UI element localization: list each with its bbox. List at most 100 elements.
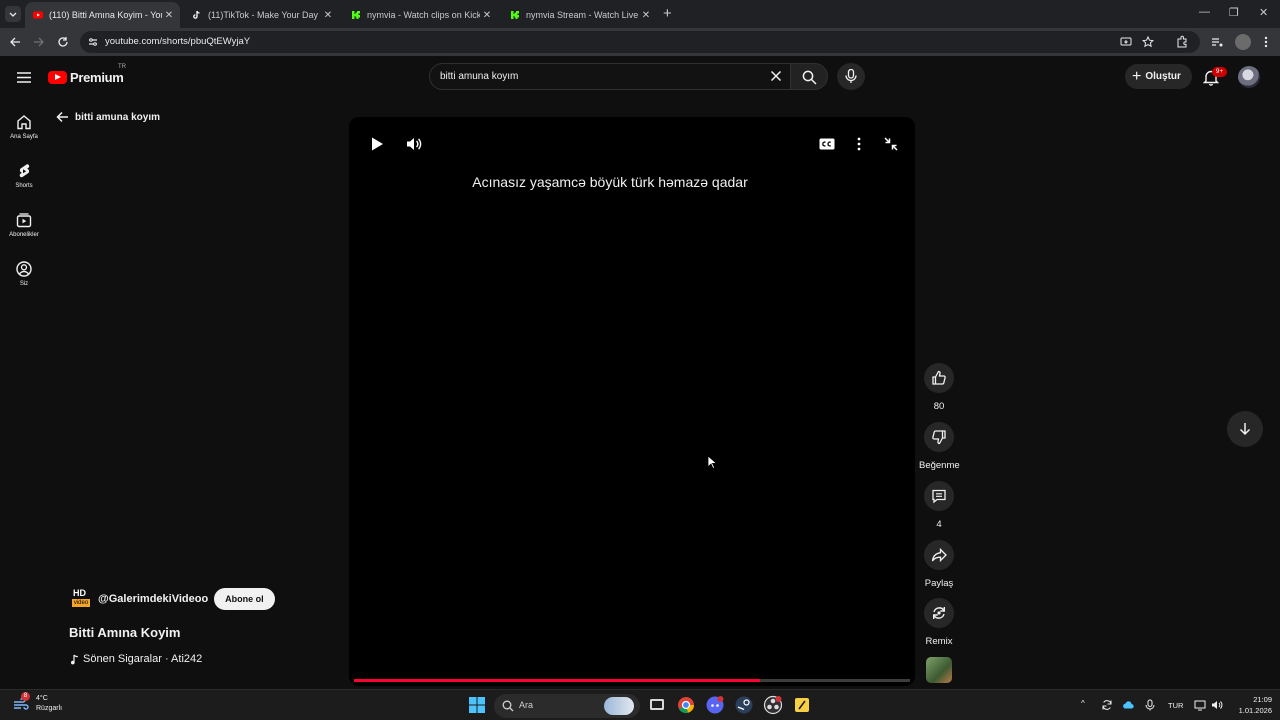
address-bar[interactable]: youtube.com/shorts/pbuQtEWyjaY bbox=[80, 31, 1200, 53]
clock-time: 21:09 bbox=[1253, 695, 1272, 704]
notification-badge: 9+ bbox=[1212, 67, 1227, 77]
search-button[interactable] bbox=[790, 63, 828, 90]
tab-title: nymvia Stream - Watch Live on Kick bbox=[526, 10, 639, 20]
music-note-icon bbox=[71, 654, 78, 664]
remix-button[interactable]: Remix bbox=[919, 598, 959, 647]
reload-icon[interactable] bbox=[56, 35, 70, 49]
you-icon bbox=[16, 261, 32, 277]
like-button[interactable]: 80 bbox=[919, 363, 959, 412]
tab-search-button[interactable] bbox=[5, 6, 21, 22]
tab-title: (11)TikTok - Make Your Day bbox=[208, 10, 319, 20]
voice-search-button[interactable] bbox=[837, 63, 865, 90]
menu-icon[interactable] bbox=[17, 72, 31, 83]
comment-count: 4 bbox=[936, 519, 942, 530]
more-options-icon[interactable] bbox=[850, 135, 868, 153]
obs-icon[interactable] bbox=[763, 695, 783, 715]
clear-search-icon[interactable] bbox=[770, 70, 782, 82]
subscribe-button[interactable]: Abone ol bbox=[214, 588, 275, 610]
captions-icon[interactable] bbox=[818, 135, 836, 153]
close-tab-icon[interactable]: ✕ bbox=[162, 10, 176, 21]
tab-kick-stream[interactable]: nymvia Stream - Watch Live on Kick ✕ bbox=[502, 2, 657, 28]
sidebar-item-subscriptions[interactable]: Abonelikler bbox=[0, 204, 48, 248]
youtube-header: Premium TR bitti amuna koyım + Oluştur 9… bbox=[0, 56, 1280, 100]
display-icon[interactable] bbox=[1194, 699, 1206, 711]
close-tab-icon[interactable]: ✕ bbox=[639, 10, 653, 21]
youtube-favicon-icon bbox=[33, 11, 43, 19]
account-avatar[interactable] bbox=[1238, 66, 1260, 88]
tab-kick-clips[interactable]: nymvia - Watch clips on Kick ✕ bbox=[343, 2, 498, 28]
create-button[interactable]: + Oluştur bbox=[1125, 64, 1192, 89]
search-highlight-image bbox=[604, 697, 634, 715]
youtube-premium-logo[interactable]: Premium TR bbox=[48, 64, 126, 85]
play-icon[interactable] bbox=[368, 135, 386, 153]
home-icon bbox=[17, 115, 31, 130]
subscriptions-icon bbox=[16, 213, 32, 228]
language-indicator[interactable]: TUR bbox=[1168, 701, 1183, 710]
close-window-icon[interactable]: ✕ bbox=[1259, 6, 1268, 19]
notes-app-icon[interactable] bbox=[792, 695, 812, 715]
sidebar-item-shorts[interactable]: Shorts bbox=[0, 155, 48, 199]
tab-tiktok[interactable]: (11)TikTok - Make Your Day ✕ bbox=[184, 2, 339, 28]
close-tab-icon[interactable]: ✕ bbox=[480, 10, 494, 21]
steam-icon[interactable] bbox=[734, 695, 754, 715]
tiktok-favicon-icon bbox=[193, 10, 200, 19]
media-controls-icon[interactable] bbox=[1210, 35, 1224, 49]
video-caption-text: Acınasız yaşamcə böyük türk həmazə qadar bbox=[472, 174, 748, 190]
search-input[interactable]: bitti amuna koyım bbox=[440, 71, 518, 82]
extensions-icon[interactable] bbox=[1175, 35, 1189, 49]
back-arrow-icon[interactable] bbox=[8, 35, 22, 49]
volume-icon[interactable] bbox=[405, 135, 423, 153]
cloud-icon[interactable] bbox=[1122, 699, 1134, 711]
tab-title: nymvia - Watch clips on Kick bbox=[367, 10, 480, 20]
tray-overflow-icon[interactable]: ^ bbox=[1081, 699, 1085, 708]
thumbs-up-icon bbox=[932, 370, 946, 385]
chrome-icon[interactable] bbox=[676, 695, 696, 715]
comments-button[interactable]: 4 bbox=[919, 481, 959, 530]
more-vert-icon[interactable] bbox=[1259, 35, 1273, 49]
discord-icon[interactable] bbox=[705, 695, 725, 715]
back-to-search-button[interactable]: bitti amuna koyım bbox=[56, 111, 160, 123]
profile-avatar[interactable] bbox=[1235, 34, 1251, 50]
task-view-icon[interactable] bbox=[647, 695, 667, 715]
forward-arrow-icon[interactable] bbox=[32, 35, 46, 49]
music-text: Sönen Sigaralar · Ati242 bbox=[83, 653, 203, 665]
video-progress-bar[interactable] bbox=[354, 679, 910, 682]
windows-start-icon[interactable] bbox=[467, 695, 487, 715]
channel-avatar[interactable]: HD video bbox=[70, 588, 92, 610]
sync-icon[interactable] bbox=[1101, 699, 1113, 711]
bookmark-star-icon[interactable] bbox=[1142, 36, 1154, 48]
minimize-icon[interactable]: — bbox=[1199, 6, 1210, 18]
music-link[interactable]: Sönen Sigaralar · Ati242 bbox=[70, 653, 202, 665]
search-box[interactable]: bitti amuna koyım bbox=[429, 63, 791, 90]
new-tab-button[interactable]: + bbox=[663, 5, 672, 22]
back-arrow-icon bbox=[56, 111, 68, 123]
volume-icon[interactable] bbox=[1211, 699, 1223, 711]
system-clock[interactable]: 21:09 1.01.2026 bbox=[1232, 694, 1272, 716]
dislike-button[interactable]: Beğenme bbox=[919, 422, 960, 471]
tab-youtube[interactable]: (110) Bitti Amına Koyim - YouTube ✕ bbox=[25, 2, 180, 28]
share-button[interactable]: Paylaş bbox=[919, 540, 959, 589]
youtube-play-logo-icon bbox=[48, 70, 67, 84]
install-app-icon[interactable] bbox=[1120, 36, 1132, 48]
fullscreen-collapse-icon[interactable] bbox=[882, 135, 900, 153]
sidebar-item-you[interactable]: Siz bbox=[0, 253, 48, 297]
weather-desc: Rüzgarlı bbox=[36, 705, 63, 712]
kick-favicon-icon bbox=[352, 11, 360, 19]
site-info-icon[interactable] bbox=[87, 36, 99, 48]
taskbar-search[interactable]: Ara bbox=[494, 694, 640, 718]
microphone-icon[interactable] bbox=[1144, 699, 1156, 711]
close-tab-icon[interactable]: ✕ bbox=[321, 10, 335, 21]
shorts-video-player[interactable]: Acınasız yaşamcə böyük türk həmazə qadar bbox=[349, 117, 915, 686]
url-text: youtube.com/shorts/pbuQtEWyjaY bbox=[105, 36, 251, 47]
sidebar-item-label: Shorts bbox=[15, 183, 33, 189]
channel-name[interactable]: @GalerimdekiVideoo bbox=[98, 593, 208, 605]
sound-thumbnail[interactable] bbox=[926, 657, 952, 683]
weather-icon: 8 bbox=[12, 692, 30, 713]
maximize-icon[interactable]: ❐ bbox=[1229, 6, 1239, 19]
sidebar-item-home[interactable]: Ana Sayfa bbox=[0, 106, 48, 150]
next-video-button[interactable] bbox=[1227, 411, 1263, 447]
video-title: Bitti Amına Koyim bbox=[69, 625, 181, 640]
arrow-down-icon bbox=[1239, 423, 1251, 436]
chevron-down-icon bbox=[9, 12, 17, 17]
weather-widget[interactable]: 8 4°C Rüzgarlı bbox=[12, 692, 63, 714]
